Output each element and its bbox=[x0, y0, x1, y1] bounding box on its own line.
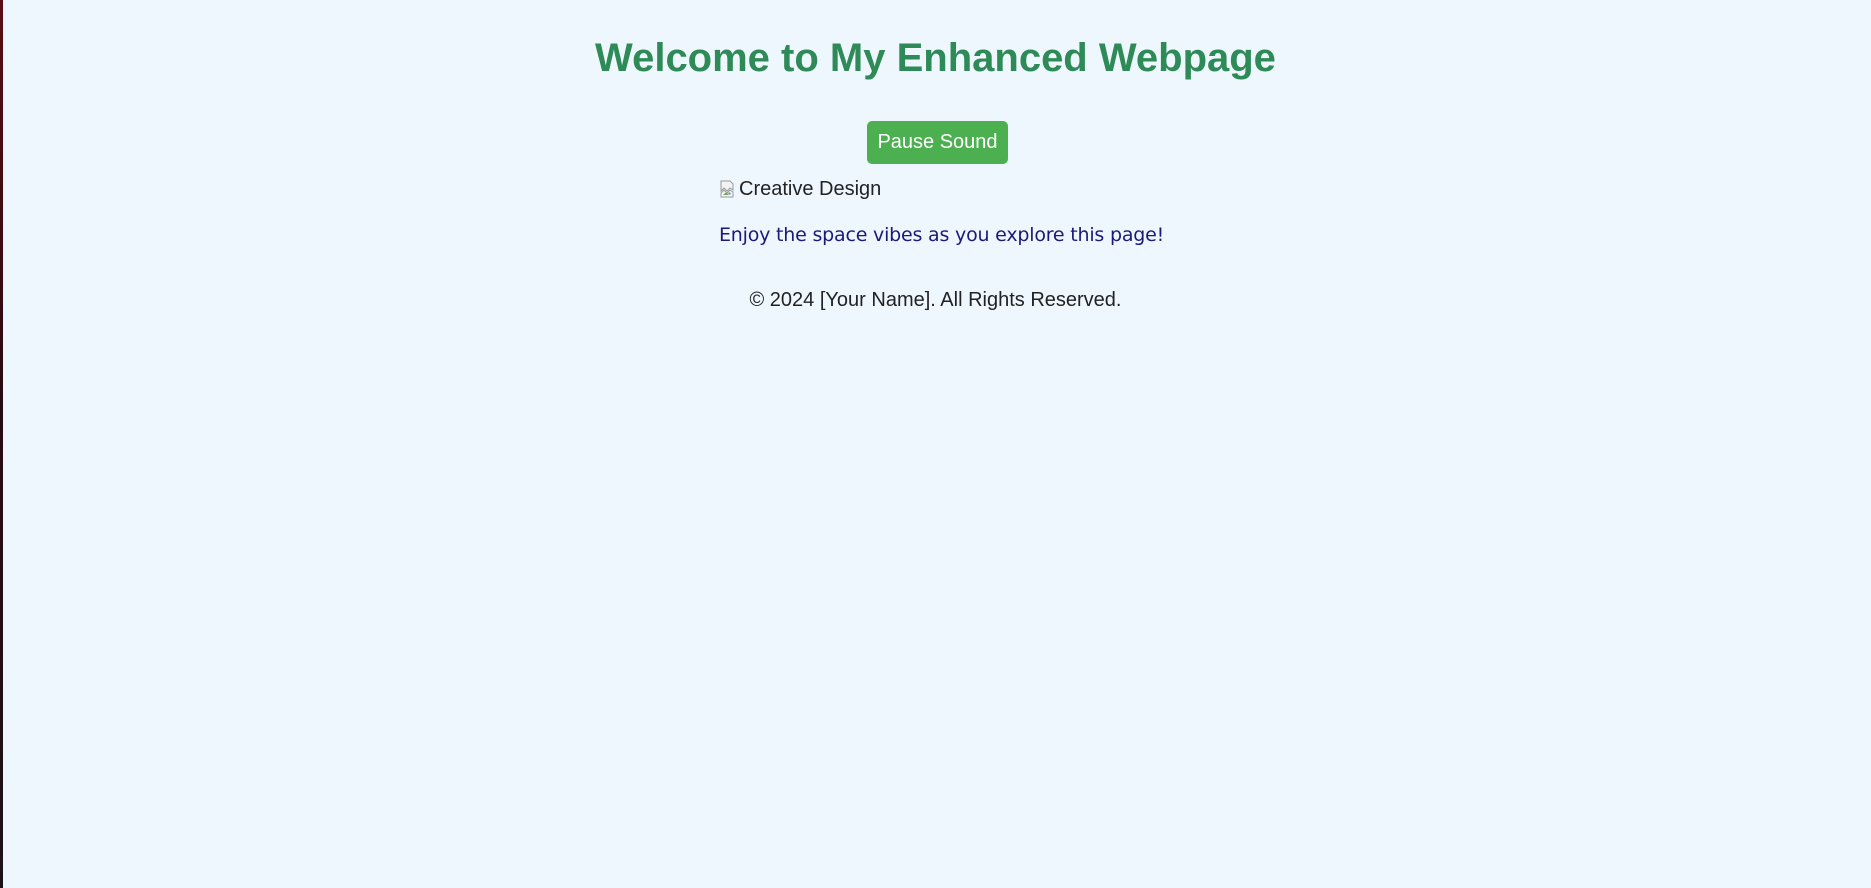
footer-copyright: © 2024 [Your Name]. All Rights Reserved. bbox=[749, 289, 1122, 311]
broken-image-icon bbox=[719, 179, 739, 199]
pause-sound-button[interactable]: Pause Sound bbox=[867, 121, 1008, 164]
page-title: Welcome to My Enhanced Webpage bbox=[595, 36, 1276, 80]
image-alt-text: Creative Design bbox=[739, 177, 882, 200]
page-body: Welcome to My Enhanced Webpage Pause Sou… bbox=[0, 0, 1871, 888]
creative-design-image: Creative Design bbox=[719, 176, 881, 202]
tagline: Enjoy the space vibes as you explore thi… bbox=[719, 224, 1165, 246]
